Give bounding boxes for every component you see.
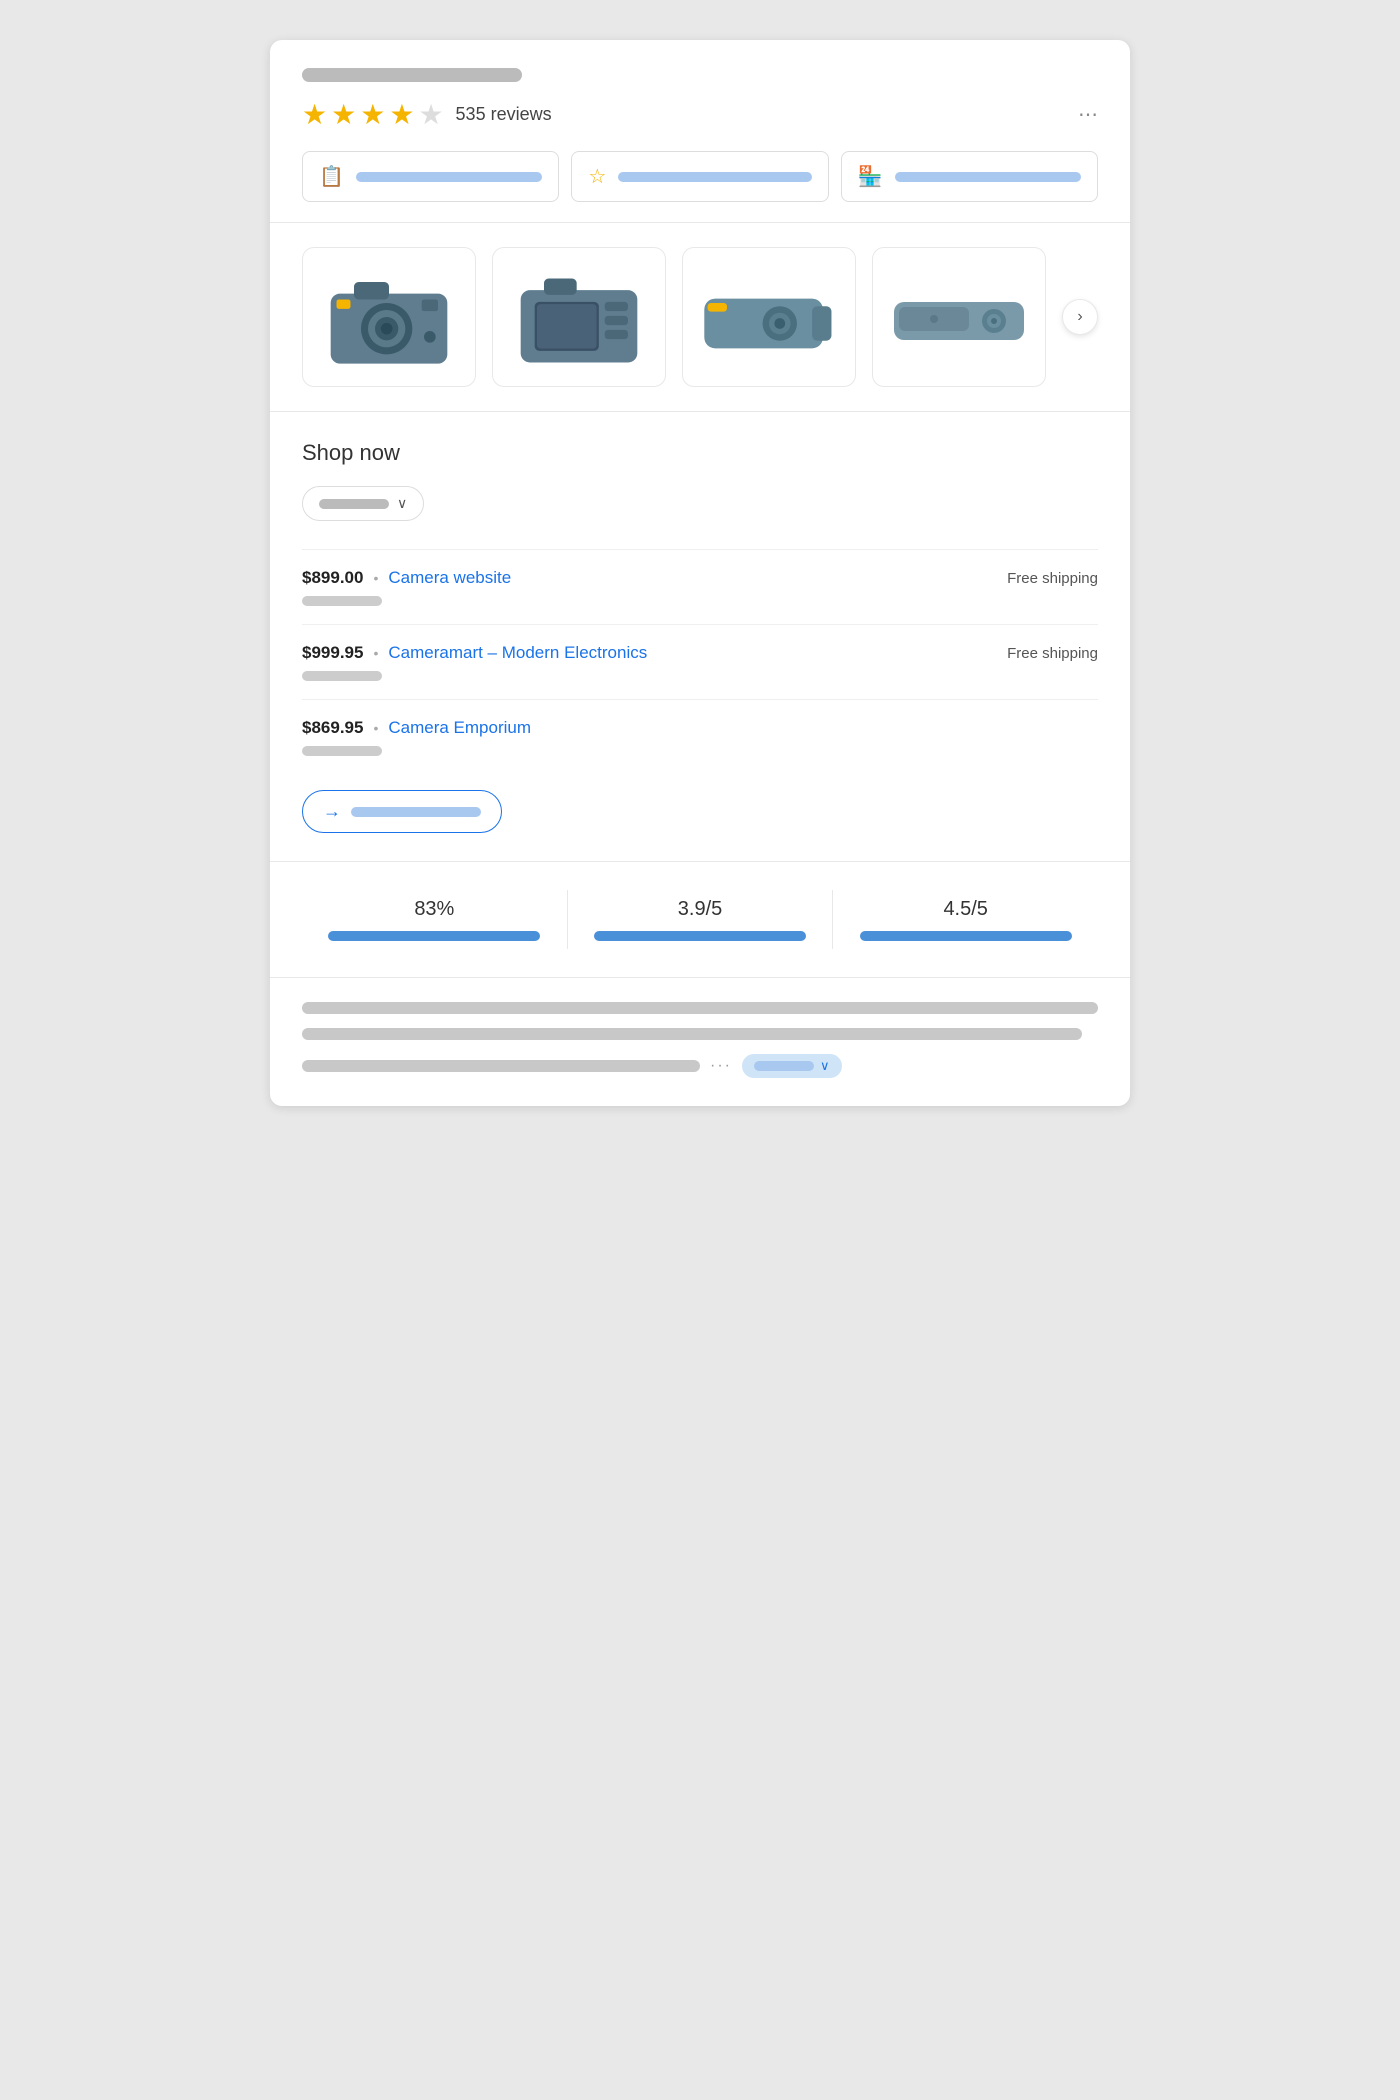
filter-dropdown[interactable]: ∨ (302, 486, 424, 521)
gallery-next-button[interactable]: › (1062, 299, 1098, 335)
shop-section: Shop now ∨ $899.00 • Camera website Free… (270, 412, 1130, 862)
chevron-down-icon: ∨ (397, 495, 407, 512)
reviews-button[interactable]: ☆ (571, 151, 828, 202)
camera-image-3[interactable] (682, 247, 856, 387)
item-1-shipping: Free shipping (1007, 570, 1098, 587)
shop-title: Shop now (302, 440, 1098, 466)
shop-item-1-top: $899.00 • Camera website Free shipping (302, 568, 1098, 588)
shop-item-1: $899.00 • Camera website Free shipping (302, 549, 1098, 624)
specs-label (356, 172, 542, 182)
stat-2-bar (594, 931, 806, 941)
stars-row: ★ ★ ★ ★ ★ 535 reviews ⋯ (302, 98, 1098, 131)
more-arrow-icon: → (323, 801, 341, 822)
stat-item-2: 3.9/5 (568, 890, 834, 949)
item-1-dot: • (373, 570, 378, 586)
specs-button[interactable]: 📋 (302, 151, 559, 202)
stat-1-bar (328, 931, 540, 941)
item-1-sub (302, 596, 382, 606)
text-line-1 (302, 1002, 1098, 1014)
more-options-button[interactable]: → (302, 790, 502, 833)
text-section: ··· ∨ (270, 978, 1130, 1106)
last-line-row: ··· ∨ (302, 1054, 1098, 1078)
item-2-sub (302, 671, 382, 681)
image-gallery-section: › (270, 223, 1130, 412)
stat-1-value: 83% (414, 898, 454, 921)
store-label (895, 172, 1081, 182)
reviews-label (618, 172, 811, 182)
star-4: ★ (389, 98, 414, 131)
shop-item-3: $869.95 • Camera Emporium (302, 699, 1098, 774)
reviews-icon: ☆ (588, 164, 606, 189)
review-count: 535 reviews (456, 104, 552, 125)
specs-icon: 📋 (319, 164, 344, 189)
item-2-dot: • (373, 645, 378, 661)
product-title-bar (302, 68, 522, 82)
camera-image-1[interactable] (302, 247, 476, 387)
text-line-3-partial (302, 1060, 700, 1072)
star-3: ★ (360, 98, 385, 131)
camera-svg-1 (319, 264, 459, 370)
ellipsis-icon: ··· (710, 1057, 732, 1075)
camera-svg-4 (889, 264, 1029, 370)
stats-section: 83% 3.9/5 4.5/5 (270, 862, 1130, 978)
more-text (351, 807, 481, 817)
shop-item-2-top: $999.95 • Cameramart – Modern Electronic… (302, 643, 1098, 663)
stat-2-value: 3.9/5 (678, 898, 722, 921)
item-2-price: $999.95 (302, 643, 363, 663)
item-3-price: $869.95 (302, 718, 363, 738)
expand-chip-text (754, 1061, 814, 1071)
shop-item-2: $999.95 • Cameramart – Modern Electronic… (302, 624, 1098, 699)
star-1: ★ (302, 98, 327, 131)
store-button[interactable]: 🏪 (841, 151, 1098, 202)
filter-text (319, 499, 389, 509)
item-1-store[interactable]: Camera website (388, 568, 511, 588)
shop-item-1-left: $899.00 • Camera website (302, 568, 511, 588)
image-gallery: › (302, 247, 1098, 387)
action-buttons: 📋 ☆ 🏪 (302, 151, 1098, 202)
item-2-store[interactable]: Cameramart – Modern Electronics (388, 643, 647, 663)
star-5-empty: ★ (418, 98, 443, 131)
item-2-shipping: Free shipping (1007, 645, 1098, 662)
expand-chip[interactable]: ∨ (742, 1054, 842, 1078)
store-icon: 🏪 (858, 164, 883, 189)
item-1-price: $899.00 (302, 568, 363, 588)
camera-image-2[interactable] (492, 247, 666, 387)
text-line-2 (302, 1028, 1082, 1040)
product-card: ★ ★ ★ ★ ★ 535 reviews ⋯ 📋 ☆ 🏪 (270, 40, 1130, 1106)
stat-item-1: 83% (302, 890, 568, 949)
camera-image-4[interactable] (872, 247, 1046, 387)
item-3-sub (302, 746, 382, 756)
expand-chevron-icon: ∨ (820, 1058, 830, 1074)
shop-item-2-left: $999.95 • Cameramart – Modern Electronic… (302, 643, 647, 663)
camera-svg-2 (509, 264, 649, 370)
rating-section: ★ ★ ★ ★ ★ 535 reviews ⋯ 📋 ☆ 🏪 (270, 40, 1130, 223)
star-2: ★ (331, 98, 356, 131)
camera-svg-3 (699, 264, 839, 370)
stat-item-3: 4.5/5 (833, 890, 1098, 949)
shop-item-3-top: $869.95 • Camera Emporium (302, 718, 1098, 738)
stat-3-value: 4.5/5 (943, 898, 987, 921)
share-icon[interactable]: ⋯ (1078, 102, 1098, 127)
shop-item-3-left: $869.95 • Camera Emporium (302, 718, 531, 738)
item-3-dot: • (373, 720, 378, 736)
stat-3-bar (860, 931, 1072, 941)
item-3-store[interactable]: Camera Emporium (388, 718, 531, 738)
